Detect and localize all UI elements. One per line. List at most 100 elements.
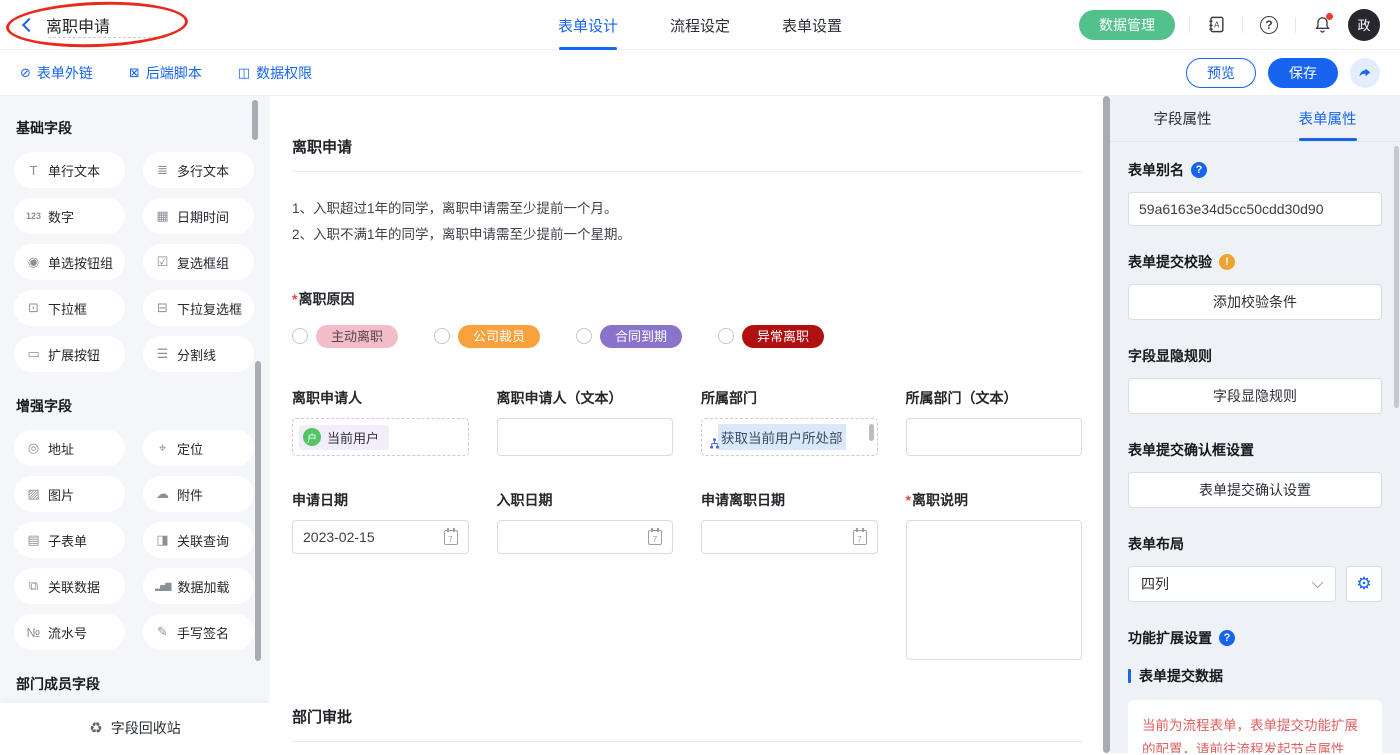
form-alias-input[interactable]	[1128, 192, 1382, 226]
field-pill-address[interactable]: ◎地址	[14, 430, 125, 466]
radio-option-voluntary[interactable]: 主动离职	[292, 325, 398, 349]
field-pill-extend-button[interactable]: ▭扩展按钮	[14, 336, 125, 372]
enhanced-fields-grid: ◎地址 ⌖定位 ▨图片 ☁附件 ▤子表单 ◨关联查询 ⧉关联数据 ▂▅▇数据加载…	[14, 430, 254, 650]
backend-script-button[interactable]: ⊠ 后端脚本	[129, 63, 202, 83]
field-row-1: 离职申请人 户 当前用户 离职申请人（文本） 所属部门	[292, 388, 1082, 456]
add-validation-button[interactable]: 添加校验条件	[1128, 284, 1382, 320]
field-pill-datetime[interactable]: ▦日期时间	[143, 198, 254, 234]
form-name-title[interactable]: 离职申请	[46, 19, 110, 36]
field-pill-location[interactable]: ⌖定位	[143, 430, 254, 466]
sidebar-scrollbar-thumb[interactable]	[252, 100, 258, 140]
divider	[1242, 17, 1243, 33]
field-pill-serial-number[interactable]: №流水号	[14, 614, 125, 650]
form-alias-label-row: 表单别名 ?	[1128, 160, 1382, 180]
radio-option-abnormal[interactable]: 异常离职	[718, 325, 824, 349]
radio-circle[interactable]	[576, 328, 592, 344]
field-leave-date[interactable]: 申请离职日期 7	[701, 490, 878, 660]
field-department[interactable]: 所属部门 获取当前用户所处部	[701, 388, 878, 456]
external-link-icon: ⊘	[20, 65, 31, 81]
field-pill-multi-dropdown[interactable]: ⊟下拉复选框	[143, 290, 254, 326]
department-box-scrollbar[interactable]	[869, 424, 874, 441]
form-title-wrap[interactable]: 离职申请	[46, 13, 110, 37]
description-line: 2、入职不满1年的同学，离职申请需至少提前一个星期。	[292, 222, 1082, 248]
applicant-label: 离职申请人	[292, 388, 469, 408]
field-row-2: 申请日期 2023-02-15 7 入职日期 7 申请离职日期	[292, 490, 1082, 660]
share-button[interactable]	[1350, 58, 1380, 88]
field-library-sidebar: 基础字段 T单行文本 ≣多行文本 123数字 ▦日期时间 ◉单选按钮组 ☑复选框…	[0, 96, 270, 753]
help-icon[interactable]: ?	[1257, 13, 1281, 37]
field-pill-data-load[interactable]: ▂▅▇数据加载	[143, 568, 254, 604]
number-icon: 123	[26, 211, 41, 221]
preview-button[interactable]: 预览	[1186, 58, 1256, 88]
dropdown-icon: ⊡	[26, 300, 41, 316]
field-pill-radio-group[interactable]: ◉单选按钮组	[14, 244, 125, 280]
calendar-icon: 7	[444, 530, 458, 545]
field-department-text[interactable]: 所属部门（文本）	[906, 388, 1083, 456]
data-permission-button[interactable]: ◫ 数据权限	[238, 63, 312, 83]
layout-select[interactable]: 四列	[1128, 566, 1336, 602]
submit-confirm-button[interactable]: 表单提交确认设置	[1128, 472, 1382, 508]
applicant-value-box[interactable]: 户 当前用户	[292, 418, 469, 456]
department-text-input[interactable]	[906, 418, 1083, 456]
field-applicant-text[interactable]: 离职申请人（文本）	[497, 388, 674, 456]
user-avatar[interactable]: 政	[1348, 9, 1380, 41]
field-apply-date[interactable]: 申请日期 2023-02-15 7	[292, 490, 469, 660]
field-pill-single-line-text[interactable]: T单行文本	[14, 152, 125, 188]
save-button[interactable]: 保存	[1268, 58, 1338, 88]
visibility-rules-button[interactable]: 字段显隐规则	[1128, 378, 1382, 414]
join-date-input[interactable]: 7	[497, 520, 674, 554]
share-arrow-icon	[1358, 66, 1372, 80]
field-applicant[interactable]: 离职申请人 户 当前用户	[292, 388, 469, 456]
tab-form-design[interactable]: 表单设计	[558, 0, 618, 50]
field-pill-linked-data[interactable]: ⧉关联数据	[14, 568, 125, 604]
field-recycle-bin[interactable]: ♻ 字段回收站	[0, 703, 270, 753]
option-tag: 公司裁员	[458, 325, 540, 349]
data-load-icon: ▂▅▇	[155, 582, 170, 591]
data-manage-button[interactable]: 数据管理	[1079, 10, 1175, 40]
warning-icon: !	[1219, 254, 1235, 270]
field-pill-linked-query[interactable]: ◨关联查询	[143, 522, 254, 558]
help-icon[interactable]: ?	[1191, 162, 1207, 178]
tab-form-properties[interactable]: 表单属性	[1255, 96, 1400, 141]
notification-bell-icon[interactable]	[1310, 13, 1334, 37]
field-join-date[interactable]: 入职日期 7	[497, 490, 674, 660]
current-user-tag: 户 当前用户	[299, 425, 389, 450]
apply-date-input[interactable]: 2023-02-15 7	[292, 520, 469, 554]
group-form-alias: 表单别名 ?	[1128, 160, 1382, 226]
field-leave-reason[interactable]: 离职原因 主动离职 公司裁员 合同到期	[292, 289, 1082, 349]
department-value-box[interactable]: 获取当前用户所处部	[701, 418, 878, 456]
field-pill-attachment[interactable]: ☁附件	[143, 476, 254, 512]
canvas-scrollbar[interactable]	[1103, 96, 1110, 753]
tab-form-setting[interactable]: 表单设置	[782, 0, 842, 50]
radio-option-contract-end[interactable]: 合同到期	[576, 325, 682, 349]
window-scrollbar-thumb[interactable]	[1394, 146, 1399, 408]
radio-circle[interactable]	[718, 328, 734, 344]
properties-tabs: 字段属性 表单属性	[1110, 96, 1400, 142]
field-pill-signature[interactable]: ✎手写签名	[143, 614, 254, 650]
field-pill-divider[interactable]: ☰分割线	[143, 336, 254, 372]
address-book-icon[interactable]: A	[1204, 13, 1228, 37]
external-link-button[interactable]: ⊘ 表单外链	[20, 63, 93, 83]
field-pill-checkbox-group[interactable]: ☑复选框组	[143, 244, 254, 280]
applicant-text-input[interactable]	[497, 418, 674, 456]
field-pill-dropdown[interactable]: ⊡下拉框	[14, 290, 125, 326]
field-pill-number[interactable]: 123数字	[14, 198, 125, 234]
tab-field-properties[interactable]: 字段属性	[1110, 96, 1255, 141]
radio-circle[interactable]	[292, 328, 308, 344]
field-leave-note[interactable]: 离职说明	[906, 490, 1083, 660]
option-tag: 主动离职	[316, 325, 398, 349]
radio-circle[interactable]	[434, 328, 450, 344]
layout-settings-button[interactable]: ⚙	[1346, 566, 1382, 602]
field-pill-subform[interactable]: ▤子表单	[14, 522, 125, 558]
leave-note-textarea[interactable]	[906, 520, 1083, 660]
leave-date-input[interactable]: 7	[701, 520, 878, 554]
leave-note-label: 离职说明	[906, 490, 1083, 510]
tab-flow-setting[interactable]: 流程设定	[670, 0, 730, 50]
help-icon[interactable]: ?	[1219, 630, 1235, 646]
location-icon: ⌖	[155, 440, 170, 456]
back-icon[interactable]	[22, 17, 36, 31]
field-pill-multi-line-text[interactable]: ≣多行文本	[143, 152, 254, 188]
radio-option-layoff[interactable]: 公司裁员	[434, 325, 540, 349]
sidebar-scrollbar-thumb[interactable]	[255, 361, 261, 661]
field-pill-image[interactable]: ▨图片	[14, 476, 125, 512]
